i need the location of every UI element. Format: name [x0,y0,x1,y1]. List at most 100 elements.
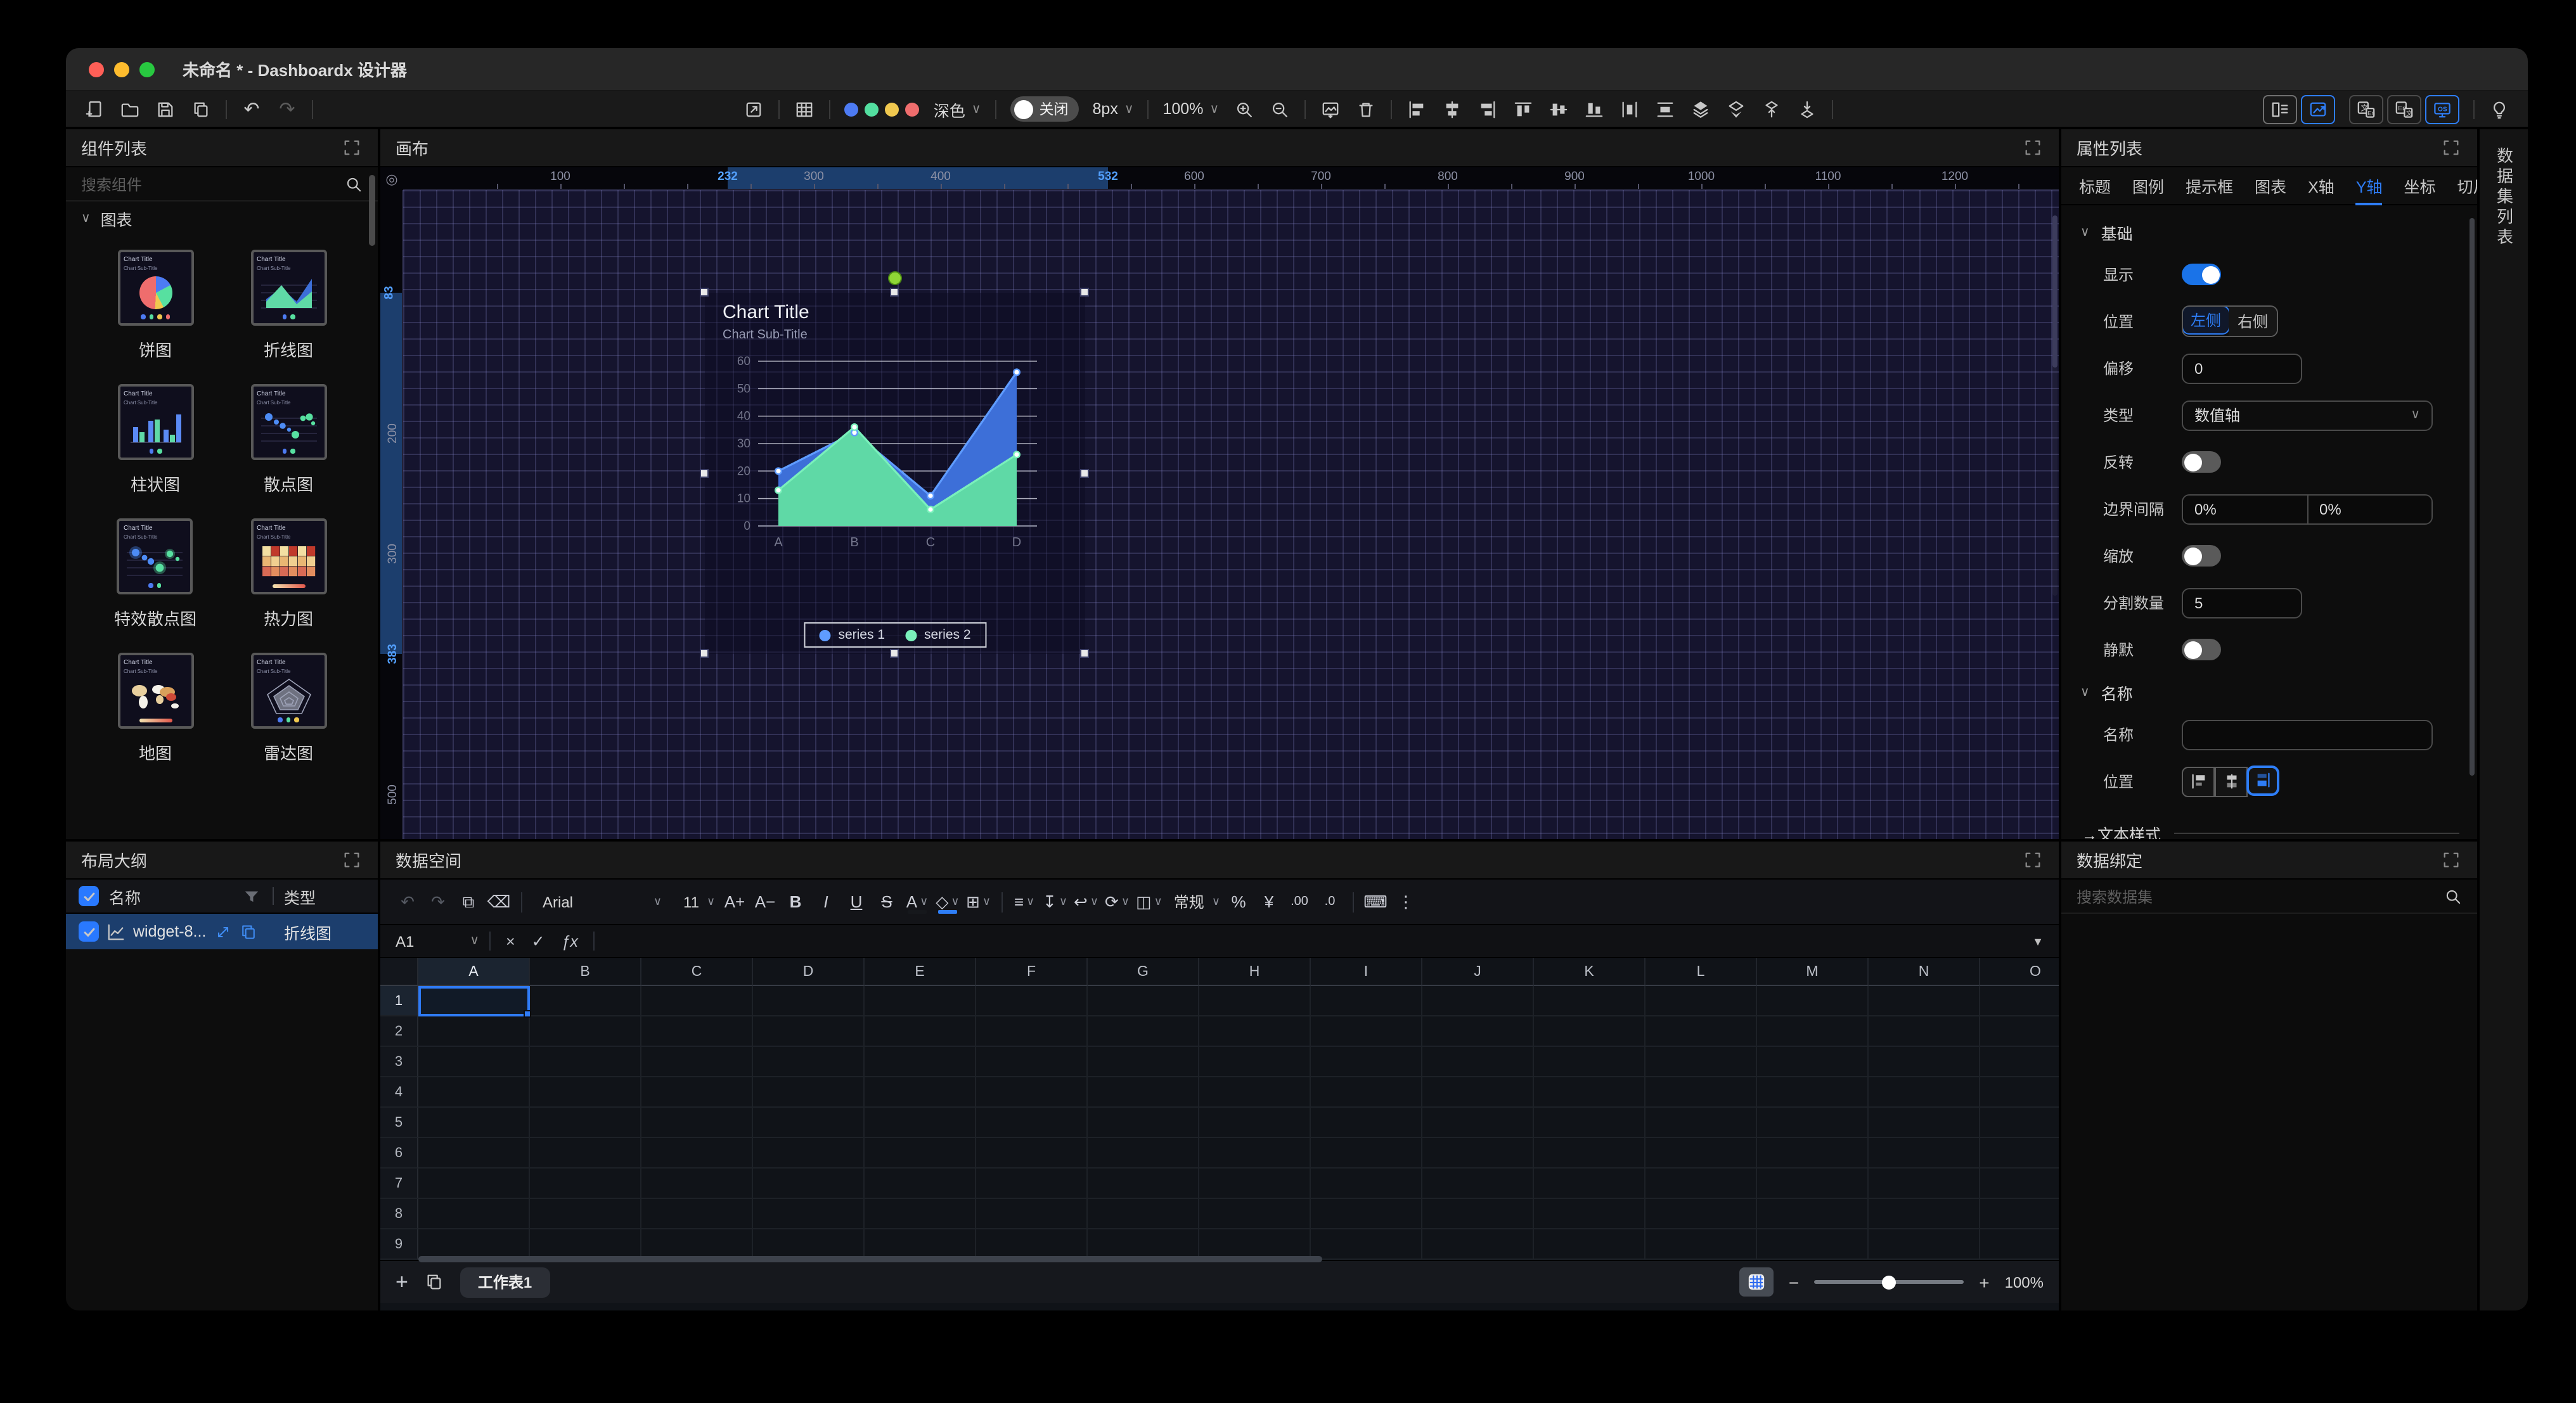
cell-E6[interactable] [865,1138,976,1169]
cell-O2[interactable] [1980,1016,2059,1047]
format-painter-icon[interactable]: ⧉ [454,887,483,917]
decrease-decimal-icon[interactable]: .0 [1315,887,1344,917]
section-basic[interactable]: ∨基础 [2061,213,2477,251]
cell-A8[interactable] [418,1199,530,1229]
axis-name-position-0[interactable] [2182,766,2215,797]
bold-icon[interactable]: B [781,887,810,917]
component-item-pie[interactable]: Chart TitleChart Sub-Title饼图 [117,250,193,361]
more-icon[interactable]: ⋮ [1391,887,1420,917]
os-theme-button[interactable]: OS [2425,94,2459,124]
canvas-grid[interactable]: Chart Title Chart Sub-Title 010203040506… [403,190,2059,839]
cell-B7[interactable] [530,1169,641,1199]
cell-G5[interactable] [1088,1108,1199,1138]
cell-J2[interactable] [1422,1016,1534,1047]
shortcut-keyboard-icon[interactable]: ⌨ [1361,887,1390,917]
component-thumbnail[interactable]: Chart TitleChart Sub-Title [117,250,193,326]
tab-坐标[interactable]: 坐标 [2404,167,2436,205]
cell-A7[interactable] [418,1169,530,1199]
expand-panel-icon[interactable] [341,137,363,158]
delete-icon[interactable] [1355,98,1376,120]
axis-name-position-1[interactable] [2215,766,2248,797]
cell-L2[interactable] [1645,1016,1757,1047]
column-header-M[interactable]: M [1757,958,1869,986]
property-scrollbar[interactable] [2470,218,2475,776]
cell-E9[interactable] [865,1229,976,1260]
merge-cells-icon[interactable]: ◫∨ [1133,887,1165,917]
tab-标题[interactable]: 标题 [2079,167,2111,205]
component-thumbnail[interactable]: Chart TitleChart Sub-Title [117,518,193,594]
cell-N9[interactable] [1869,1229,1980,1260]
toggle-反转[interactable] [2182,451,2221,473]
cell-M9[interactable] [1757,1229,1869,1260]
outline-row-widget[interactable]: widget-8... 折线图 [66,914,378,949]
cell-O1[interactable] [1980,986,2059,1016]
cell-L6[interactable] [1645,1138,1757,1169]
cell-L4[interactable] [1645,1077,1757,1108]
component-thumbnail[interactable]: Chart TitleChart Sub-Title [250,653,326,729]
snap-toggle[interactable]: 关闭 [1010,96,1079,122]
cell-G1[interactable] [1088,986,1199,1016]
minimize-button[interactable] [114,61,129,77]
undo-icon[interactable]: ↶ [393,887,422,917]
component-thumbnail[interactable]: Chart TitleChart Sub-Title [250,250,326,326]
cell-E2[interactable] [865,1016,976,1047]
segment-option[interactable]: 左侧 [2182,305,2230,335]
cell-K3[interactable] [1534,1047,1645,1077]
cell-J6[interactable] [1422,1138,1534,1169]
section-charts[interactable]: ∨ 图表 [66,202,378,234]
cell-A9[interactable] [418,1229,530,1260]
cell-K4[interactable] [1534,1077,1645,1108]
font-size-select[interactable]: 11∨ [671,887,719,917]
cell-K5[interactable] [1534,1108,1645,1138]
column-header-N[interactable]: N [1869,958,1980,986]
tab-图例[interactable]: 图例 [2132,167,2164,205]
text-style-link[interactable]: →文本样式 [2082,817,2477,839]
expand-panel-icon[interactable] [2022,849,2044,871]
cell-J1[interactable] [1422,986,1534,1016]
cell-E5[interactable] [865,1108,976,1138]
input-分割数量[interactable]: 5 [2182,587,2302,618]
move-up-icon[interactable] [1760,98,1782,120]
column-header-H[interactable]: H [1199,958,1311,986]
cell-N2[interactable] [1869,1016,1980,1047]
sheet-corner[interactable] [380,958,418,986]
undo-icon[interactable]: ↶ [241,98,262,120]
cell-H3[interactable] [1199,1047,1311,1077]
cell-A6[interactable] [418,1138,530,1169]
formula-function-icon[interactable]: ƒx [562,932,578,950]
column-header-C[interactable]: C [641,958,753,986]
cell-M8[interactable] [1757,1199,1869,1229]
cell-A2[interactable] [418,1016,530,1047]
cell-H4[interactable] [1199,1077,1311,1108]
cell-selection[interactable] [418,986,530,1016]
align-horizontal-icon[interactable]: ≡∨ [1010,887,1039,917]
currency-icon[interactable]: ¥ [1254,887,1284,917]
cell-C8[interactable] [641,1199,753,1229]
cell-K7[interactable] [1534,1169,1645,1199]
row-header-3[interactable]: 3 [380,1047,418,1077]
font-family-select[interactable]: Arial∨ [530,887,669,917]
cell-C4[interactable] [641,1077,753,1108]
cell-F7[interactable] [976,1169,1088,1199]
align-center-h-icon[interactable] [1441,98,1462,120]
zoom-slider-knob[interactable] [1882,1275,1896,1289]
tab-切片[interactable]: 切片 [2457,167,2477,205]
column-header-O[interactable]: O [1980,958,2059,986]
dual-input-边界间隔[interactable]: 0%0% [2182,494,2433,524]
cell-I7[interactable] [1311,1169,1422,1199]
cell-C9[interactable] [641,1229,753,1260]
add-sheet-button[interactable]: + [396,1269,408,1295]
text-rotate-icon[interactable]: ⟳∨ [1102,887,1132,917]
toggle-静默[interactable] [2182,639,2221,660]
percent-icon[interactable]: % [1224,887,1253,917]
borders-icon[interactable]: ⊞∨ [963,887,993,917]
grid-table-icon[interactable] [794,98,816,120]
cell-K2[interactable] [1534,1016,1645,1047]
component-search[interactable]: 搜索组件 [66,167,378,202]
cell-I1[interactable] [1311,986,1422,1016]
cell-H8[interactable] [1199,1199,1311,1229]
cell-H2[interactable] [1199,1016,1311,1047]
select-类型[interactable]: 数值轴∨ [2182,400,2433,430]
number-format-select[interactable]: 常规∨ [1166,887,1223,917]
cell-L9[interactable] [1645,1229,1757,1260]
